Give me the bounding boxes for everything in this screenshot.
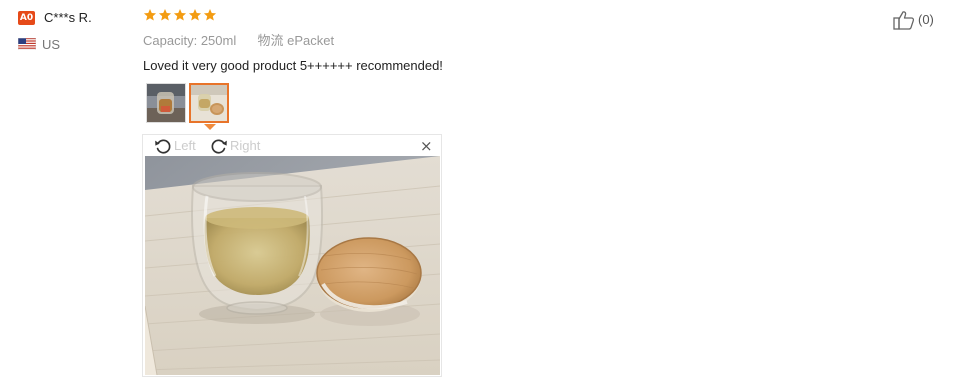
selected-thumbnail-pointer	[204, 124, 216, 130]
us-flag-icon	[18, 38, 36, 50]
review-photo-thumbnail-2[interactable]	[189, 83, 229, 123]
attribute-label-capacity: Capacity:	[143, 33, 198, 48]
review-photo-2-image	[191, 85, 227, 121]
rotate-left-button[interactable]: Left	[153, 136, 196, 156]
reviewer-country: US	[42, 37, 61, 52]
review-text: Loved it very good product 5++++++ recom…	[143, 58, 443, 73]
star-icon	[143, 9, 157, 21]
helpful-count: (0)	[918, 12, 934, 27]
reviewer-level-badge: A0	[18, 11, 35, 25]
star-icon	[158, 9, 172, 21]
star-icon	[173, 9, 187, 21]
glass-cup-photo	[145, 156, 440, 375]
photo-viewer: Left Right ×	[142, 134, 442, 377]
close-viewer-button[interactable]: ×	[420, 139, 433, 154]
attribute-value-shipping: ePacket	[287, 33, 335, 48]
star-rating	[143, 8, 217, 22]
reviewer-name: C***s R.	[44, 10, 92, 25]
review-photo-thumbnail-1[interactable]	[146, 83, 186, 123]
product-attributes: Capacity: 250ml 物流 ePacket	[143, 32, 334, 49]
rotate-right-icon	[211, 139, 227, 154]
review-photo-1-image	[147, 84, 185, 122]
star-icon	[203, 9, 217, 21]
review-photo-large	[145, 156, 440, 375]
thumbs-up-icon	[893, 11, 915, 30]
attribute-label-shipping: 物流	[257, 33, 284, 48]
rotate-right-button[interactable]: Right	[209, 136, 260, 156]
photo-viewer-toolbar: Left Right ×	[143, 135, 441, 156]
rotate-left-label: Left	[174, 138, 196, 153]
rotate-left-icon	[155, 139, 171, 154]
star-icon	[188, 9, 202, 21]
helpful-button[interactable]: (0)	[893, 10, 934, 30]
attribute-value-capacity: 250ml	[200, 33, 237, 48]
rotate-right-label: Right	[230, 138, 261, 153]
